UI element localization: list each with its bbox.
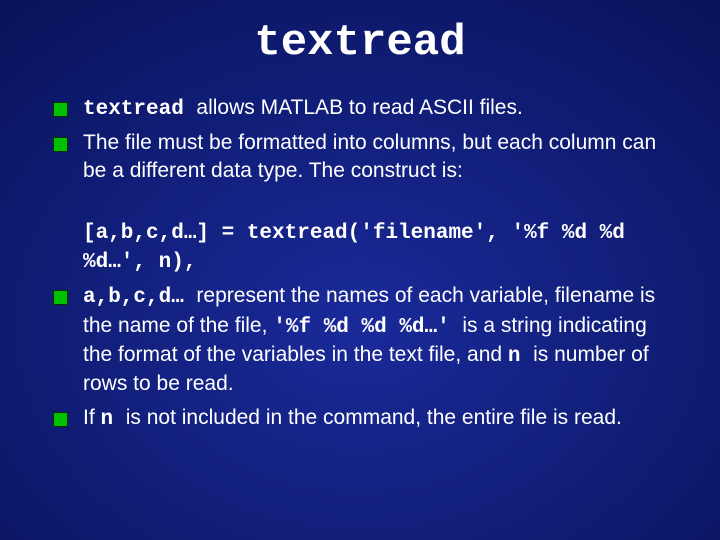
- slide-title: textread: [45, 18, 675, 68]
- bullet-item-3: a,b,c,d… represent the names of each var…: [45, 282, 675, 397]
- bullet-4-text-1: If: [83, 406, 101, 429]
- code-vars: a,b,c,d…: [83, 286, 196, 309]
- bullet-2-text: The file must be formatted into columns,…: [83, 131, 656, 181]
- bullet-4-text-2: is not included in the command, the enti…: [126, 406, 622, 429]
- bullet-list: textread allows MATLAB to read ASCII fil…: [45, 94, 675, 433]
- code-textread: textread: [83, 98, 196, 121]
- code-n-2: n: [101, 408, 126, 431]
- code-construct: [a,b,c,d…] = textread('filename', '%f %d…: [83, 222, 625, 274]
- bullet-1-text: allows MATLAB to read ASCII files.: [196, 96, 522, 119]
- code-format: '%f %d %d %d…': [273, 316, 462, 339]
- code-block-line: [a,b,c,d…] = textread('filename', '%f %d…: [45, 218, 675, 277]
- spacer: [45, 190, 675, 212]
- code-n: n: [508, 345, 533, 368]
- bullet-item-2: The file must be formatted into columns,…: [45, 129, 675, 184]
- bullet-item-4: If n is not included in the command, the…: [45, 404, 675, 433]
- bullet-item-1: textread allows MATLAB to read ASCII fil…: [45, 94, 675, 123]
